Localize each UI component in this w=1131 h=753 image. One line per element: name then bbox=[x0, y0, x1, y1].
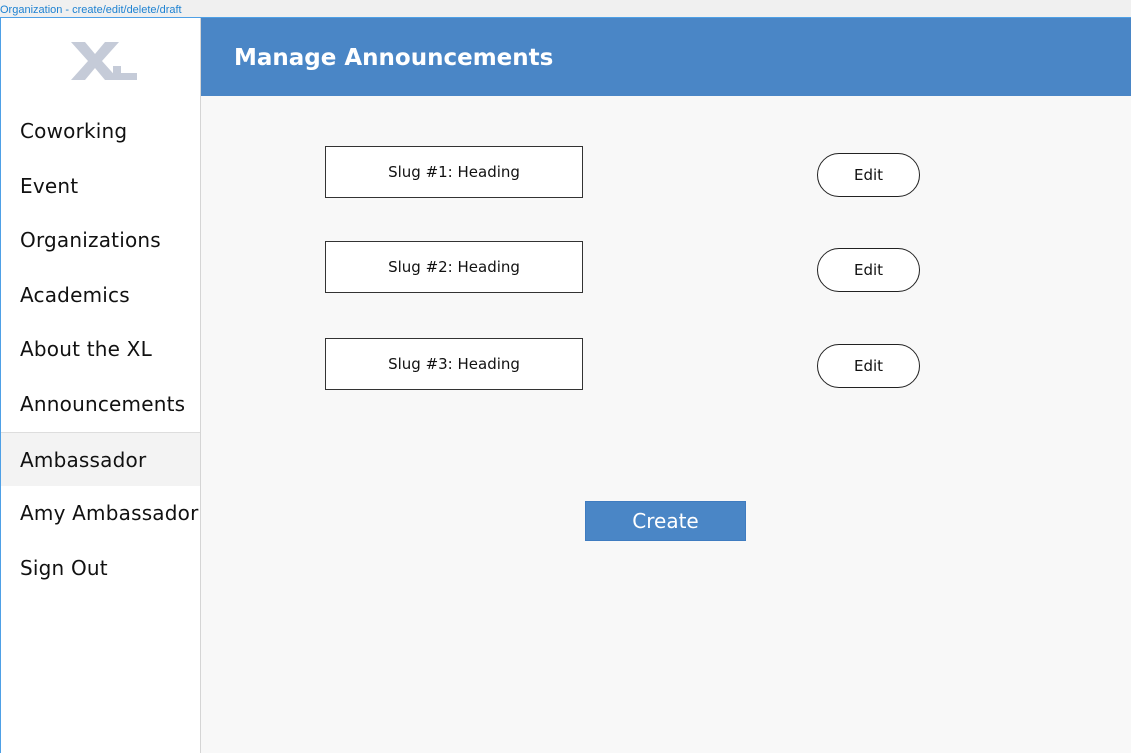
frame-title: Organization - create/edit/delete/draft bbox=[0, 4, 182, 16]
page-header: Manage Announcements bbox=[201, 18, 1131, 96]
sidebar: Coworking Event Organizations Academics … bbox=[1, 18, 201, 753]
xl-logo-icon bbox=[71, 42, 137, 80]
announcement-slug: Slug #3: Heading bbox=[325, 338, 583, 390]
announcement-slug: Slug #2: Heading bbox=[325, 241, 583, 293]
sidebar-item-organizations[interactable]: Organizations bbox=[1, 213, 200, 268]
edit-button[interactable]: Edit bbox=[817, 248, 920, 292]
sidebar-item-academics[interactable]: Academics bbox=[1, 268, 200, 323]
create-button[interactable]: Create bbox=[585, 501, 746, 541]
sidebar-nav: Coworking Event Organizations Academics … bbox=[1, 104, 200, 595]
sidebar-item-announcements[interactable]: Announcements bbox=[1, 377, 200, 432]
xl-logo[interactable] bbox=[69, 40, 139, 82]
sidebar-item-sign-out[interactable]: Sign Out bbox=[1, 541, 200, 596]
sidebar-item-about[interactable]: About the XL bbox=[1, 322, 200, 377]
app-frame: Coworking Event Organizations Academics … bbox=[0, 17, 1131, 753]
announcement-slug: Slug #1: Heading bbox=[325, 146, 583, 198]
sidebar-item-ambassador[interactable]: Ambassador bbox=[1, 431, 200, 487]
sidebar-item-coworking[interactable]: Coworking bbox=[1, 104, 200, 159]
sidebar-item-user-profile[interactable]: Amy Ambassador bbox=[1, 486, 200, 541]
edit-button[interactable]: Edit bbox=[817, 153, 920, 197]
edit-button[interactable]: Edit bbox=[817, 344, 920, 388]
sidebar-item-event[interactable]: Event bbox=[1, 159, 200, 214]
main-content: Slug #1: Heading Edit Slug #2: Heading E… bbox=[201, 96, 1131, 753]
page-title: Manage Announcements bbox=[234, 45, 554, 71]
